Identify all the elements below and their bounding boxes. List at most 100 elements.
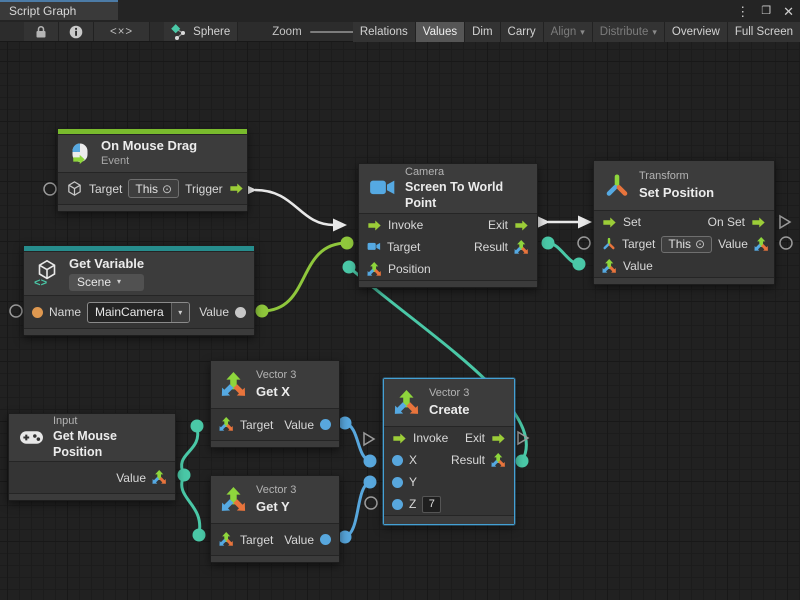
target-this-button[interactable]: This ⊙ — [661, 236, 712, 253]
flow-out-icon[interactable] — [514, 218, 529, 233]
graph-toolbar: <×> Sphere Zoom 1x Relations Values Dim … — [0, 22, 800, 42]
info-icon — [68, 24, 84, 40]
carry-button[interactable]: Carry — [501, 22, 544, 42]
port-label-x: X — [409, 453, 417, 467]
port-label-target: Target — [240, 418, 273, 432]
port-label-target: Target — [622, 237, 655, 251]
port-label-z: Z — [409, 497, 416, 511]
float-port[interactable] — [392, 477, 403, 488]
node-get-mouse-position[interactable]: Input Get Mouse Position Value — [8, 413, 176, 501]
variable-name-select[interactable]: MainCamera ▾ — [87, 302, 190, 323]
node-title: Get Y — [256, 499, 296, 515]
target-picker-icon: ⊙ — [695, 237, 705, 251]
vector3-port-icon[interactable] — [754, 237, 769, 252]
node-category: Vector 3 — [256, 369, 296, 383]
node-subtitle: Event — [101, 155, 197, 169]
chevron-down-icon: ▾ — [171, 303, 189, 322]
flow-in-icon[interactable] — [602, 215, 617, 230]
window-titlebar: Script Graph ⋮ ❐ ✕ — [0, 0, 800, 22]
port-label-invoke: Invoke — [413, 431, 448, 445]
port-label-value-out: Value — [718, 237, 748, 251]
node-get-variable[interactable]: Get Variable Scene ▾ Name MainCamera ▾ V… — [23, 245, 255, 336]
chevron-down-icon: ▾ — [117, 277, 121, 287]
maximize-icon[interactable]: ❐ — [761, 6, 771, 17]
vector3-icon — [221, 372, 247, 398]
window-menu-icon[interactable]: ⋮ — [736, 5, 749, 18]
float-port[interactable] — [392, 499, 403, 510]
close-icon[interactable]: ✕ — [783, 5, 794, 18]
port-label-value: Value — [116, 471, 146, 485]
transform-icon — [604, 173, 630, 199]
chevron-down-icon: ▾ — [652, 27, 657, 38]
full-screen-button[interactable]: Full Screen — [728, 22, 800, 42]
overview-button[interactable]: Overview — [665, 22, 728, 42]
camera-port-icon[interactable] — [367, 240, 381, 254]
port-label-target: Target — [387, 240, 420, 254]
node-title: Get Mouse Position — [53, 429, 165, 460]
zoom-label: Zoom — [272, 26, 301, 38]
node-category: Transform — [639, 170, 714, 184]
flow-out-icon[interactable] — [491, 431, 506, 446]
node-screen-to-world-point[interactable]: Camera Screen To World Point Invoke Exit… — [358, 163, 538, 288]
node-vector3-create[interactable]: Vector 3 Create Invoke Exit X Result Y Z… — [383, 378, 515, 525]
node-set-position[interactable]: Transform Set Position Set On Set Target… — [593, 160, 775, 285]
vector3-port-icon[interactable] — [367, 262, 382, 277]
float-port[interactable] — [320, 534, 331, 545]
distribute-button[interactable]: Distribute▾ — [593, 22, 665, 42]
port-label-value-in: Value — [623, 259, 653, 273]
relations-button[interactable]: Relations — [353, 22, 416, 42]
node-title: Get X — [256, 384, 296, 400]
float-port[interactable] — [320, 419, 331, 430]
vector3-port-icon[interactable] — [152, 470, 167, 485]
port-label-value: Value — [284, 533, 314, 547]
transform-port-icon[interactable] — [602, 237, 616, 251]
gamepad-icon — [19, 425, 44, 450]
camera-icon — [369, 175, 396, 202]
chevron-down-icon: ▾ — [580, 27, 585, 38]
cube-icon[interactable] — [66, 180, 83, 197]
z-value-input[interactable]: 7 — [422, 496, 441, 513]
graph-name: Sphere — [193, 26, 230, 38]
tab-script-graph[interactable]: Script Graph — [0, 0, 118, 20]
vector3-port-icon[interactable] — [491, 453, 506, 468]
string-port[interactable] — [32, 307, 43, 318]
node-title: Create — [429, 402, 469, 418]
flow-in-icon[interactable] — [367, 218, 382, 233]
object-port[interactable] — [235, 307, 246, 318]
flow-out-icon[interactable] — [229, 181, 244, 196]
vector3-port-icon[interactable] — [219, 532, 234, 547]
info-button[interactable] — [59, 22, 94, 41]
port-label-y: Y — [409, 475, 417, 489]
port-label-target: Target — [89, 182, 122, 196]
dim-button[interactable]: Dim — [465, 22, 500, 42]
graph-breadcrumb-button[interactable]: Sphere — [164, 22, 238, 41]
node-title: Get Variable — [69, 256, 144, 272]
flow-out-icon[interactable] — [751, 215, 766, 230]
node-category: Input — [53, 415, 165, 429]
vector3-port-icon[interactable] — [514, 240, 529, 255]
align-button[interactable]: Align▾ — [544, 22, 593, 42]
port-label-position: Position — [388, 262, 431, 276]
target-this-button[interactable]: This ⊙ — [128, 179, 179, 198]
port-label-trigger: Trigger — [185, 182, 223, 196]
variable-scope-dropdown[interactable]: Scene ▾ — [69, 274, 144, 291]
node-category: Vector 3 — [429, 387, 469, 401]
float-port[interactable] — [392, 455, 403, 466]
port-label-value: Value — [284, 418, 314, 432]
vector3-port-icon[interactable] — [219, 417, 234, 432]
unity-variable-icon — [34, 260, 60, 287]
vector3-icon — [221, 487, 247, 513]
lock-button[interactable] — [24, 22, 59, 41]
port-label-invoke: Invoke — [388, 218, 423, 232]
node-get-x[interactable]: Vector 3 Get X Target Value — [210, 360, 340, 448]
port-label-result: Result — [474, 240, 508, 254]
flow-in-icon[interactable] — [392, 431, 407, 446]
code-view-button[interactable]: <×> — [94, 22, 150, 41]
vector3-port-icon[interactable] — [602, 259, 617, 274]
target-picker-icon: ⊙ — [162, 182, 172, 196]
values-button[interactable]: Values — [416, 22, 465, 42]
port-label-value: Value — [199, 305, 229, 319]
node-get-y[interactable]: Vector 3 Get Y Target Value — [210, 475, 340, 563]
node-on-mouse-drag[interactable]: On Mouse Drag Event Target This ⊙ Trigge… — [57, 128, 248, 212]
graph-icon — [171, 24, 187, 40]
